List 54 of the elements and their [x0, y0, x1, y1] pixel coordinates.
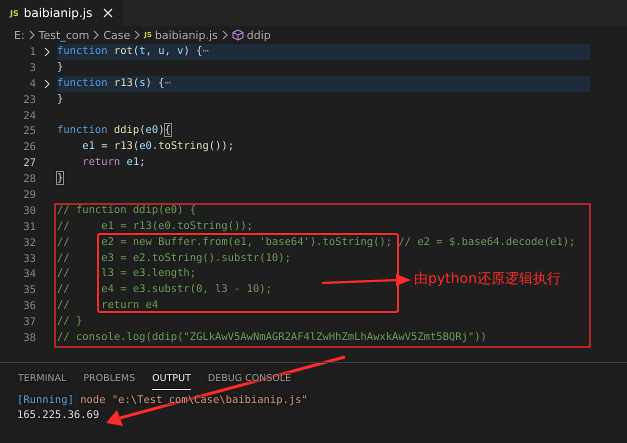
line-number: 4	[28, 78, 36, 90]
line-number: 1	[28, 46, 36, 58]
annotation-text: 由python还原逻辑执行	[414, 270, 561, 288]
breadcrumb-item[interactable]: baibianip.js	[154, 28, 218, 42]
chevron-icon	[28, 29, 36, 41]
code-line: }	[57, 171, 64, 186]
line-number: 33	[22, 252, 36, 265]
breadcrumb-item[interactable]: ddip	[246, 28, 271, 42]
code-line: // e1 = r13(e0.toString());	[57, 218, 253, 234]
breadcrumb-item[interactable]: Test_com	[38, 28, 90, 42]
line-number: 30	[22, 204, 36, 217]
line-number: 27	[22, 157, 36, 170]
breadcrumb-item[interactable]: E:	[14, 28, 25, 42]
panel-tab[interactable]: OUTPUT	[152, 373, 191, 390]
code-line: // l3 = e3.length;	[57, 266, 196, 282]
line-number: 3	[28, 62, 36, 74]
line-number: 32	[22, 236, 36, 249]
line-number: 25	[22, 125, 36, 138]
panel-tab[interactable]: TERMINAL	[18, 373, 66, 390]
code-line: // console.log(ddip("ZGLkAwV5AwNmAGR2AF4lZwHhZmLhAwxkAwV5Zmt5BQRj"))	[57, 330, 487, 346]
code-line: // e4 = e3.substr(0, l3 - 10);	[57, 282, 272, 298]
code-line: }	[57, 92, 64, 107]
line-number: 28	[22, 173, 36, 186]
code-line: e1 = r13(e0.toString());	[82, 139, 234, 154]
close-icon	[103, 8, 114, 18]
panel-tab[interactable]: PROBLEMS	[83, 373, 136, 390]
code-line: // }	[57, 314, 82, 330]
cube-icon	[232, 29, 244, 41]
chevron-icon	[133, 29, 142, 41]
line-number: 37	[22, 316, 36, 328]
line-number: 38	[22, 332, 36, 344]
line-number: 26	[22, 141, 36, 154]
line-number: 34	[22, 268, 36, 280]
js-file-icon: JS	[10, 8, 19, 18]
code-line: return e1;	[82, 155, 146, 170]
line-number: 23	[22, 94, 36, 106]
chevron-icon	[220, 29, 229, 41]
output-line: 165.225.36.69	[17, 408, 100, 423]
code-line: // e3 = e2.toString().substr(10);	[57, 250, 291, 266]
expand-chevron-icon	[42, 46, 50, 58]
line-number: 24	[22, 110, 36, 122]
code-line: }	[57, 60, 64, 75]
chevron-icon	[92, 29, 100, 41]
code-line: // return e4	[57, 298, 158, 314]
line-number: 36	[22, 300, 36, 312]
line-number: 35	[22, 284, 36, 296]
code-line: // e2 = new Buffer.from(e1, 'base64').toString(); // e2 = $.base64.decode(e1);	[57, 234, 576, 250]
line-number: 29	[22, 188, 36, 201]
expand-chevron-icon	[42, 78, 50, 90]
code-line: function ddip(e0){	[57, 123, 171, 138]
editor-tab[interactable]: JS baibianip.js	[0, 0, 124, 26]
breadcrumb-item[interactable]: Case	[103, 28, 130, 42]
line-number: 31	[22, 220, 36, 233]
code-line: // function ddip(e0) {	[57, 202, 196, 218]
